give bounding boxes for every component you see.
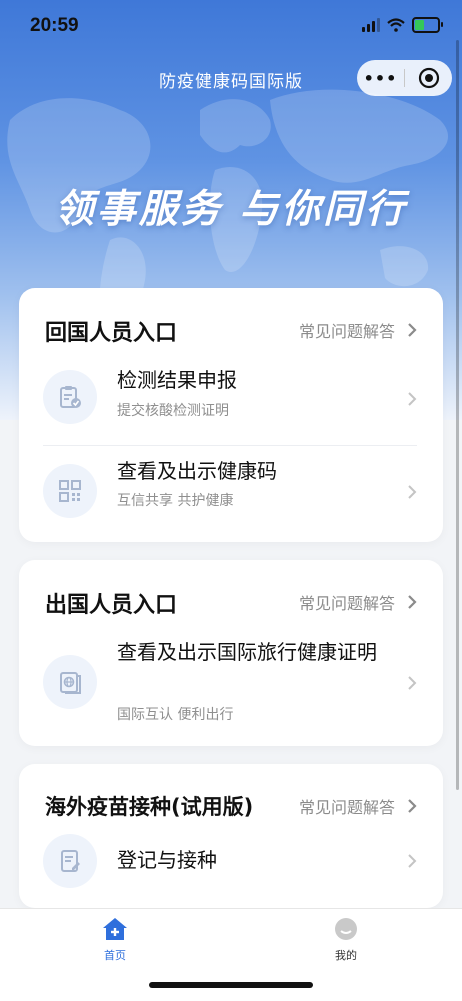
- chevron-right-icon: [408, 595, 417, 609]
- faq-link[interactable]: 常见问题解答: [299, 318, 417, 342]
- more-dots-icon[interactable]: •••: [357, 69, 404, 88]
- tab-profile[interactable]: 我的: [306, 917, 386, 963]
- status-icons: [362, 17, 443, 33]
- hero-slogan: 领事服务 与你同行: [54, 187, 408, 232]
- home-indicator: [149, 982, 313, 988]
- section-title: 出国人员入口: [45, 593, 178, 618]
- tab-label: 首页: [104, 949, 126, 962]
- divider: [43, 445, 417, 446]
- battery-icon: [412, 17, 443, 33]
- miniprogram-capsule: •••: [357, 60, 452, 96]
- section-title: 海外疫苗接种(试用版): [45, 795, 254, 819]
- list-item-vaccine-register[interactable]: 登记与接种: [19, 834, 443, 904]
- item-label: 登记与接种: [117, 848, 217, 872]
- faq-label: 常见问题解答: [298, 594, 395, 613]
- passport-globe-icon: [43, 655, 97, 709]
- section-card-outbound: 出国人员入口 常见问题解答 查看及出示国际旅行健康证明 国际互认 便利出行: [19, 560, 443, 746]
- chevron-right-icon: [408, 392, 417, 406]
- home-icon: [103, 918, 127, 940]
- list-item-travel-certificate[interactable]: 查看及出示国际旅行健康证明 国际互认 便利出行: [19, 640, 443, 740]
- item-subtitle: 国际互认 便利出行: [117, 707, 234, 723]
- faq-label: 常见问题解答: [298, 798, 395, 817]
- section-card-vaccination: 海外疫苗接种(试用版) 常见问题解答 登记与接种: [19, 764, 443, 908]
- section-card-return: 回国人员入口 常见问题解答 检测结果申报 提交核酸检测证明 查看及出示健康码 互…: [19, 288, 443, 542]
- chevron-right-icon: [408, 676, 417, 690]
- profile-face-icon: [335, 918, 357, 940]
- qr-code-icon: [43, 464, 97, 518]
- status-bar: 20:59: [0, 0, 462, 50]
- faq-link[interactable]: 常见问题解答: [299, 794, 417, 818]
- list-item-test-report[interactable]: 检测结果申报 提交核酸检测证明: [19, 368, 443, 446]
- chevron-right-icon: [408, 854, 417, 868]
- chevron-right-icon: [408, 485, 417, 499]
- section-header: 海外疫苗接种(试用版) 常见问题解答: [19, 764, 443, 844]
- scrollbar[interactable]: [456, 40, 459, 790]
- clipboard-check-icon: [43, 370, 97, 424]
- register-form-icon: [43, 834, 97, 888]
- chevron-right-icon: [408, 323, 417, 337]
- item-label: 查看及出示国际旅行健康证明: [117, 640, 377, 664]
- chevron-right-icon: [408, 799, 417, 813]
- section-header: 出国人员入口 常见问题解答: [19, 560, 443, 640]
- section-header: 回国人员入口 常见问题解答: [19, 288, 443, 368]
- status-time: 20:59: [30, 15, 79, 36]
- signal-icon: [362, 18, 380, 32]
- item-label: 检测结果申报: [117, 368, 237, 392]
- faq-link[interactable]: 常见问题解答: [299, 590, 417, 614]
- list-item-health-code[interactable]: 查看及出示健康码 互信共享 共护健康: [19, 459, 443, 541]
- item-label: 查看及出示健康码: [117, 459, 277, 483]
- item-subtitle: 互信共享 共护健康: [117, 493, 234, 509]
- target-close-icon[interactable]: [405, 67, 452, 89]
- wifi-icon: [387, 18, 405, 32]
- tab-home[interactable]: 首页: [75, 917, 155, 963]
- faq-label: 常见问题解答: [298, 322, 395, 341]
- tab-label: 我的: [335, 949, 357, 962]
- item-subtitle: 提交核酸检测证明: [117, 403, 229, 419]
- section-title: 回国人员入口: [45, 321, 178, 346]
